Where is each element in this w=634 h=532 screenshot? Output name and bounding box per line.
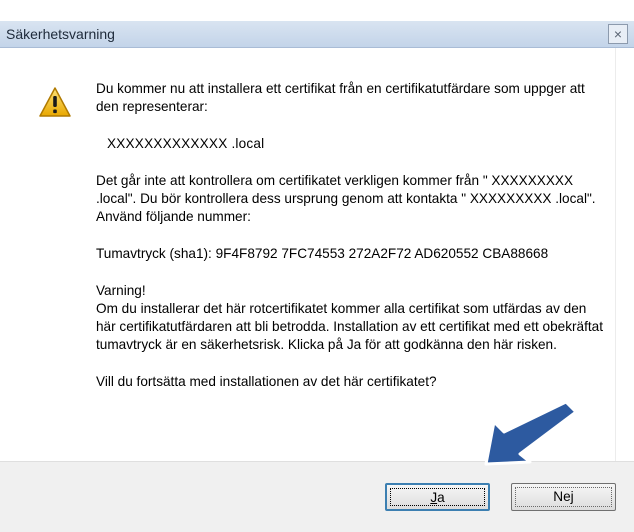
message-content: Du kommer nu att installera ett certifik… (96, 80, 606, 391)
warning-body: Om du installerar det här rotcertifikate… (96, 301, 604, 352)
button-bar: Ja Nej (0, 461, 634, 532)
close-icon: × (613, 26, 623, 42)
yes-label-rest: a (437, 490, 445, 505)
warning-heading: Varning! (96, 283, 146, 298)
no-label-start: Ne (553, 489, 571, 504)
scroll-divider (615, 48, 616, 461)
certificate-host: XXXXXXXXXXXXX .local (107, 136, 265, 151)
no-button[interactable]: Nej (511, 483, 616, 511)
dialog-title: Säkerhetsvarning (6, 26, 115, 42)
warning-icon (39, 87, 71, 117)
title-bar: Säkerhetsvarning × (0, 21, 634, 48)
thumbprint-text: Tumavtryck (sha1): 9F4F8792 7FC74553 272… (96, 246, 549, 261)
security-warning-dialog: Säkerhetsvarning × Du kommer nu att inst… (0, 0, 634, 532)
close-button[interactable]: × (608, 24, 628, 44)
yes-button[interactable]: Ja (385, 483, 490, 511)
intro-text: Du kommer nu att installera ett certifik… (96, 81, 585, 114)
no-accelerator: j (570, 489, 574, 504)
pointer-arrow-icon (484, 400, 578, 466)
verification-text: Det går inte att kontrollera om certifik… (96, 173, 596, 224)
confirm-question: Vill du fortsätta med installationen av … (96, 374, 437, 389)
